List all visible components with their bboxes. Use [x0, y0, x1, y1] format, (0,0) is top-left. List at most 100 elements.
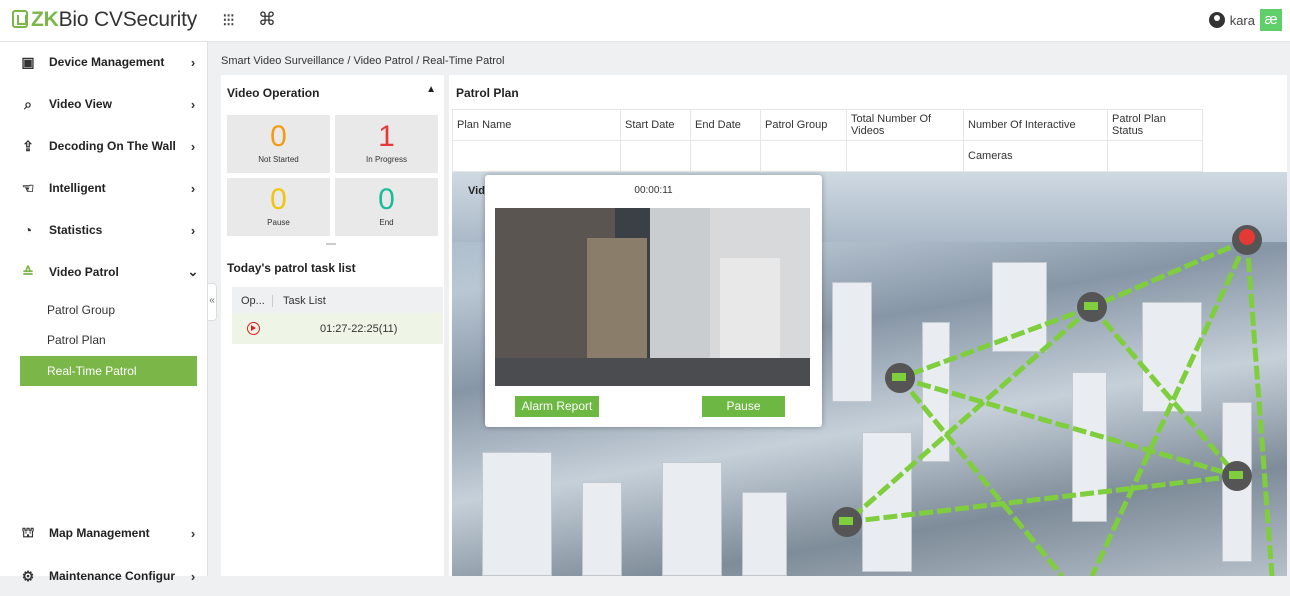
video-operation-panel: Video Operation ▲ 0 Not Started 1 In Pro…: [221, 75, 444, 576]
column-header[interactable]: Start Date: [620, 109, 691, 141]
stat-value: 1: [378, 120, 395, 153]
stat-label: Not Started: [258, 155, 299, 164]
sidebar-item-label: Device Management: [49, 55, 165, 69]
maintenance-icon: ⚙: [21, 567, 35, 584]
patrol-route-segment: [899, 304, 1093, 381]
table-cell: [1107, 140, 1203, 172]
chevron-right-icon: ›: [190, 96, 196, 112]
sidebar-item-label: Intelligent: [49, 181, 106, 195]
panel-resize-handle[interactable]: [326, 243, 336, 245]
submenu-real-time-patrol[interactable]: Real-Time Patrol: [20, 356, 197, 386]
sidebar-item-decoding-on-the-wall[interactable]: ⇪ Decoding On The Wall ›: [0, 126, 208, 166]
play-icon[interactable]: [247, 322, 260, 335]
video-content-block: [720, 258, 780, 368]
sidebar-item-label: Map Management: [49, 526, 150, 540]
command-icon[interactable]: ⌘: [258, 9, 276, 30]
chevron-right-icon: ›: [190, 180, 196, 196]
patrol-route-segment: [1090, 305, 1239, 478]
stat-label: Pause: [267, 218, 290, 227]
camera-icon: [839, 517, 853, 525]
column-header[interactable]: Number Of Interactive: [963, 109, 1108, 141]
sidebar: ▣ Device Management › ⌕ Video View › ⇪ Decodi…: [0, 42, 208, 584]
table-cell: [846, 140, 964, 172]
alarm-report-button[interactable]: Alarm Report: [515, 396, 599, 417]
sidebar-item-video-patrol[interactable]: ≙ Video Patrol ⌄: [0, 252, 208, 292]
intelligent-icon: ☜: [21, 179, 35, 196]
patrol-timer: 00:00:11: [634, 185, 673, 196]
patrol-route-segment: [899, 375, 1238, 479]
patrol-route-segment: [846, 473, 1238, 525]
user-menu[interactable]: kara æ: [1208, 9, 1282, 31]
video-patrol-icon: ≙: [22, 263, 34, 280]
statistics-icon: ◔: [23, 222, 33, 238]
column-header[interactable]: Patrol Group: [760, 109, 847, 141]
sidebar-item-label: Decoding On The Wall: [49, 139, 176, 153]
table-cell: [760, 140, 847, 172]
app-logo[interactable]: ZKBio CVSecurity: [12, 8, 197, 32]
stat-value: 0: [270, 120, 287, 153]
sidebar-item-maintenance[interactable]: ⚙ Maintenance Configur ›: [0, 556, 208, 596]
pause-button[interactable]: Pause: [702, 396, 785, 417]
sidebar-item-map-management[interactable]: ⛫ Map Management ›: [0, 513, 208, 553]
sidebar-item-statistics[interactable]: ◔ Statistics ›: [0, 210, 208, 250]
camera-alarm-icon: [1239, 229, 1255, 245]
table-row: Cameras: [452, 140, 1203, 172]
patrol-route-segment: [845, 305, 1094, 524]
task-list-title: Today's patrol task list: [227, 261, 356, 275]
collapse-caret-icon[interactable]: ▲: [426, 84, 436, 95]
patrol-plan-table: Plan Name Start Date End Date Patrol Gro…: [452, 109, 1203, 172]
task-list-row[interactable]: 01:27-22:25(11): [232, 313, 443, 344]
sidebar-item-label: Statistics: [49, 223, 103, 237]
chevron-right-icon: ›: [190, 222, 196, 238]
stat-in-progress[interactable]: 1 In Progress: [335, 115, 438, 173]
video-frame[interactable]: [495, 208, 810, 386]
sidebar-collapse-toggle[interactable]: «: [207, 283, 217, 321]
map-management-icon: ⛫: [21, 523, 35, 540]
sidebar-item-label: Maintenance Configur: [49, 569, 176, 583]
chevron-right-icon: ›: [190, 568, 196, 584]
column-header-op[interactable]: Op...: [232, 295, 272, 307]
patrol-route-segment: [1091, 237, 1248, 310]
logo-icon: [12, 10, 28, 28]
camera-icon: [1084, 302, 1098, 310]
stat-label: In Progress: [366, 155, 407, 164]
stat-not-started[interactable]: 0 Not Started: [227, 115, 330, 173]
sidebar-item-label: Video View: [49, 97, 112, 111]
video-content-block: [495, 358, 810, 386]
patrol-route-segment: [1089, 238, 1250, 576]
chevron-down-icon: ⌄: [187, 264, 199, 279]
patrol-plan-title: Patrol Plan: [456, 86, 519, 100]
apps-grid-icon[interactable]: ⁝⁝⁝: [222, 10, 235, 31]
device-icon: ▣: [21, 53, 35, 70]
table-cell: [690, 140, 761, 172]
column-header[interactable]: Patrol Plan Status: [1107, 109, 1203, 141]
sidebar-item-intelligent[interactable]: ☜ Intelligent ›: [0, 168, 208, 208]
column-header[interactable]: End Date: [690, 109, 761, 141]
user-badge: æ: [1260, 9, 1282, 31]
sidebar-item-device-management[interactable]: ▣ Device Management ›: [0, 42, 208, 82]
stat-label: End: [379, 218, 394, 227]
video-view-icon: ⌕: [24, 95, 32, 112]
submenu-patrol-plan[interactable]: Patrol Plan: [20, 325, 197, 355]
stat-pause[interactable]: 0 Pause: [227, 178, 330, 236]
column-header[interactable]: Total Number Of Videos: [846, 109, 964, 141]
task-time: 01:27-22:25(11): [320, 322, 398, 335]
column-header-task-list[interactable]: Task List: [272, 295, 326, 307]
sidebar-item-label: Video Patrol: [49, 265, 119, 279]
patrol-route-segment: [1244, 239, 1275, 576]
column-header[interactable]: Plan Name: [452, 109, 621, 141]
submenu-patrol-group[interactable]: Patrol Group: [20, 295, 197, 325]
video-popup: 00:00:11 Alarm Report Pause: [485, 175, 822, 427]
user-avatar-icon: [1208, 12, 1225, 28]
table-header-row: Plan Name Start Date End Date Patrol Gro…: [452, 109, 1203, 141]
video-operation-title: Video Operation: [227, 86, 320, 100]
sidebar-item-video-view[interactable]: ⌕ Video View ›: [0, 84, 208, 124]
table-cell: [620, 140, 691, 172]
chevron-right-icon: ›: [190, 54, 196, 70]
decoding-icon: ⇪: [22, 137, 34, 154]
camera-icon: [892, 373, 906, 381]
user-name: kara: [1229, 12, 1255, 28]
task-list-header: Op... Task List: [232, 287, 443, 315]
table-cell: [452, 140, 621, 172]
stat-end[interactable]: 0 End: [335, 178, 438, 236]
